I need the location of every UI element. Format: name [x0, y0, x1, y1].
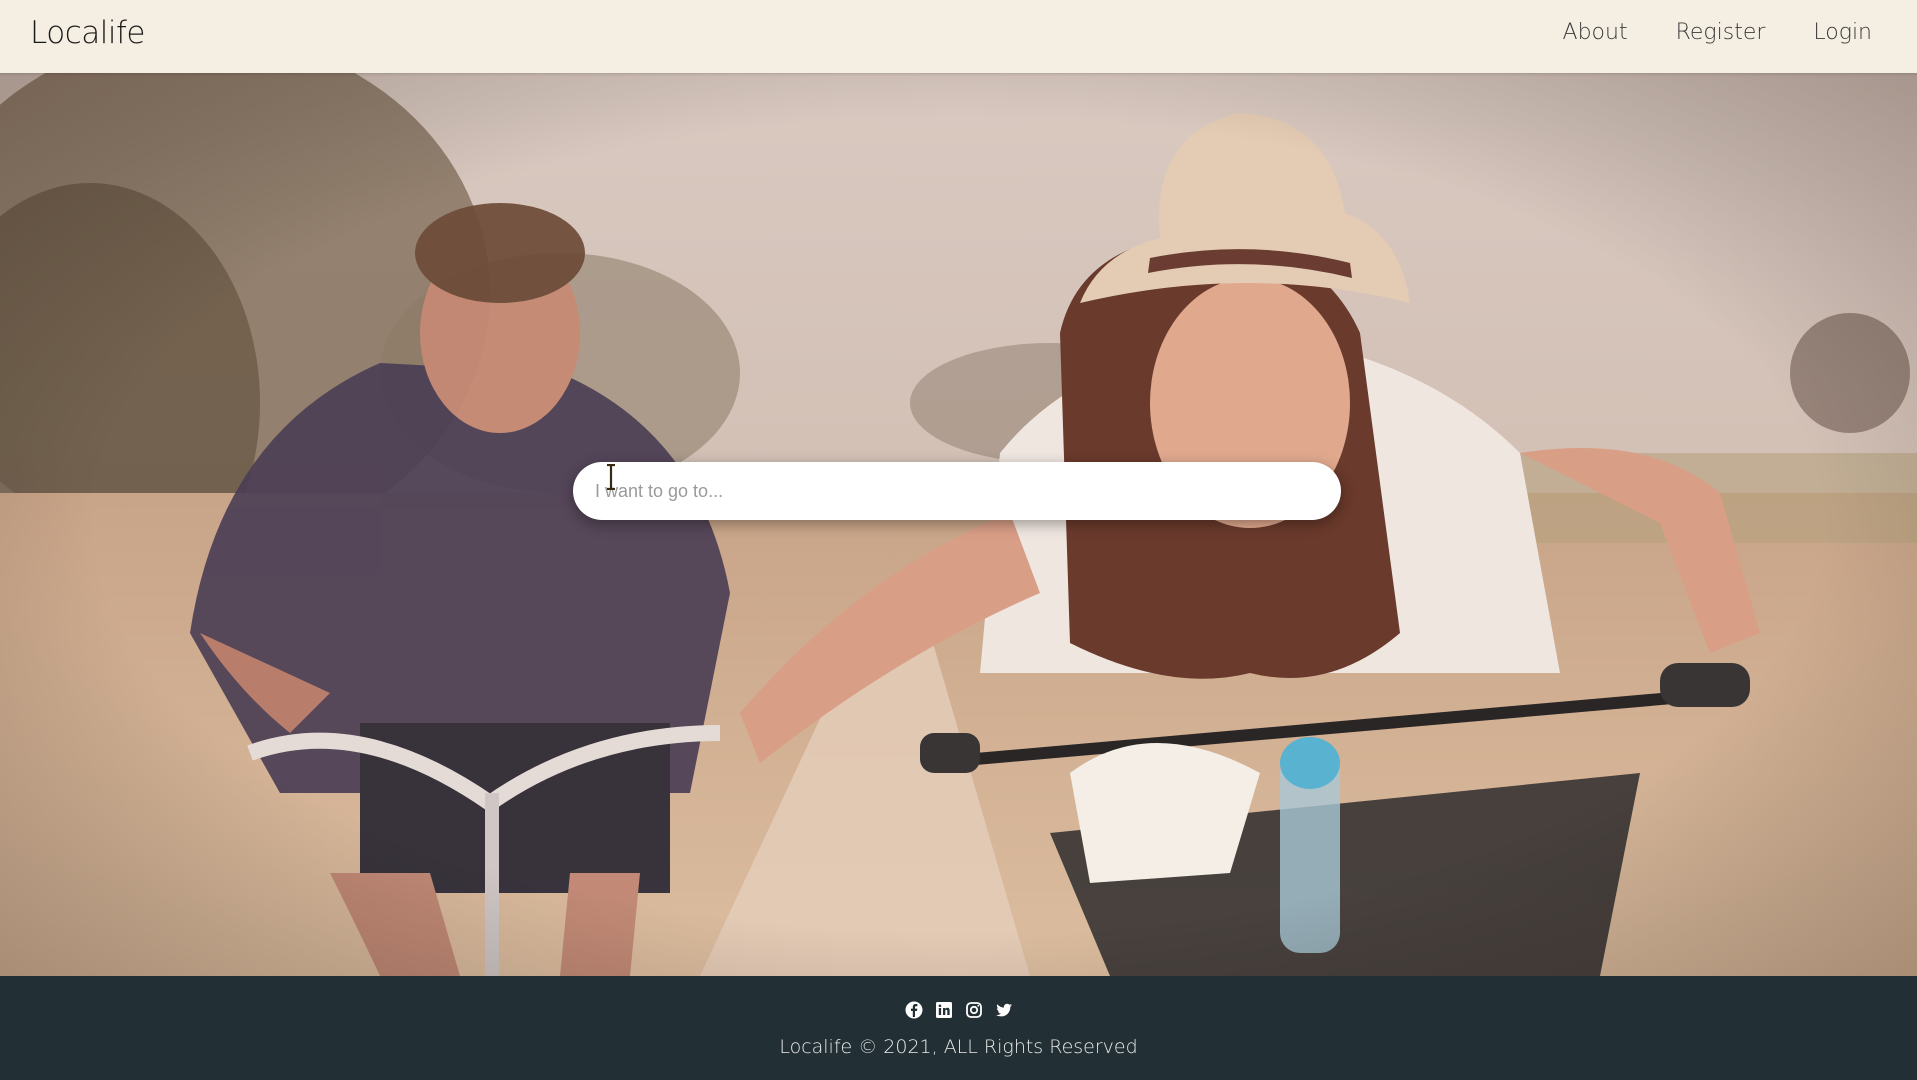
- social-links: [0, 1000, 1917, 1020]
- top-navbar: Localife About Register Login: [0, 0, 1917, 73]
- hero-section: [0, 73, 1917, 976]
- hero-background-photo: [0, 73, 1917, 976]
- nav-links: About Register Login: [1515, 20, 1872, 45]
- brand-logo[interactable]: Localife: [30, 15, 145, 51]
- linkedin-icon[interactable]: [934, 1000, 954, 1020]
- destination-search-input[interactable]: [573, 462, 1341, 520]
- nav-about-link[interactable]: About: [1563, 20, 1628, 45]
- site-footer: Localife © 2021, ALL Rights Reserved: [0, 976, 1917, 1080]
- twitter-icon[interactable]: [994, 1000, 1014, 1020]
- nav-register-link[interactable]: Register: [1676, 20, 1766, 45]
- nav-login-link[interactable]: Login: [1813, 20, 1872, 45]
- instagram-icon[interactable]: [964, 1000, 984, 1020]
- copyright-text: Localife © 2021, ALL Rights Reserved: [779, 1036, 1138, 1058]
- search-bar: [573, 462, 1341, 520]
- facebook-icon[interactable]: [904, 1000, 924, 1020]
